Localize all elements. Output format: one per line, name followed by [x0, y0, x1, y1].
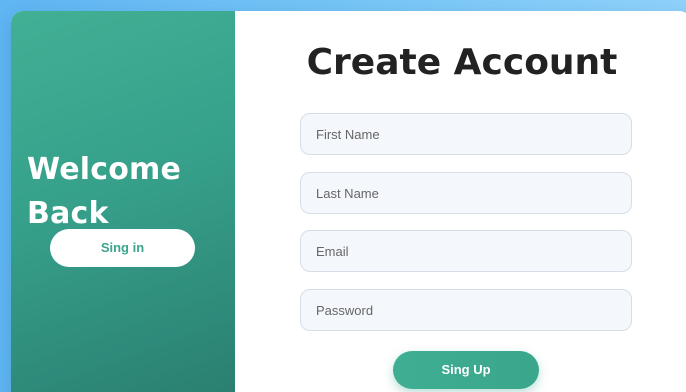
welcome-heading: Welcome Back [27, 152, 182, 231]
password-input[interactable] [300, 289, 632, 331]
create-account-title: Create Account [306, 42, 618, 83]
first-name-input[interactable] [300, 113, 632, 155]
welcome-panel: Welcome Back Sing in [11, 11, 235, 392]
last-name-input[interactable] [300, 172, 632, 214]
email-input[interactable] [300, 230, 632, 272]
auth-card: Welcome Back Sing in Create Account Sing… [11, 11, 686, 392]
sign-up-button[interactable]: Sing Up [393, 351, 539, 389]
signup-panel: Create Account Sing Up [235, 11, 686, 392]
sign-in-button[interactable]: Sing in [50, 229, 195, 267]
